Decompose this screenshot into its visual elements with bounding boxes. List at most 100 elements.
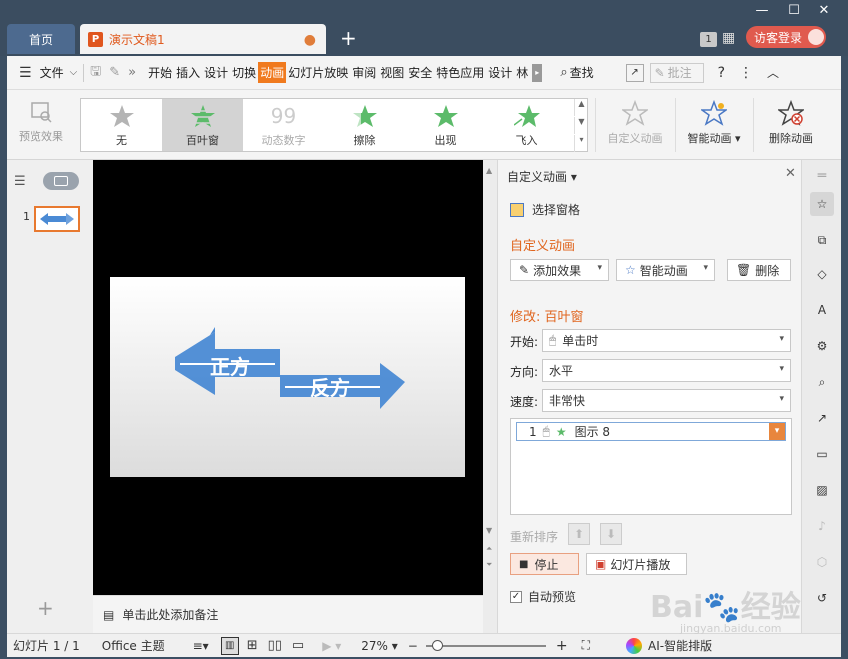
chevron-down-icon[interactable]: ⌵ — [70, 67, 78, 78]
effect-dynamic-number[interactable]: 99 动态数字 — [243, 99, 324, 151]
reading-view-icon[interactable]: ▯▯ — [268, 638, 282, 653]
shield-icon[interactable]: ⬡ — [810, 550, 834, 574]
smart-animation-button[interactable]: 智能动画 ▾ — [681, 100, 747, 146]
audio-icon[interactable]: ♪ — [810, 514, 834, 538]
share-icon[interactable]: ↗ — [625, 63, 644, 82]
image-icon[interactable]: ▨ — [810, 478, 834, 502]
format-painter-icon[interactable]: ✎ — [109, 65, 120, 80]
menu-review[interactable]: 审阅 — [350, 64, 378, 81]
menu-security[interactable]: 安全 — [406, 64, 434, 81]
ai-layout-button[interactable]: AI-智能排版 — [648, 637, 712, 654]
collapse-icon[interactable]: ═ — [810, 168, 834, 192]
menu-design[interactable]: 设计 — [202, 64, 230, 81]
direction-select[interactable]: 水平 ▾ — [542, 359, 791, 382]
menu-transition[interactable]: 切换 — [230, 64, 258, 81]
canvas-scrollbar[interactable]: ▲ ▼ ⏶ ⏷ — [483, 160, 497, 633]
start-select[interactable]: 🖱 单击时 ▾ — [542, 329, 791, 352]
archive-icon[interactable]: ▭ — [810, 442, 834, 466]
menu-insert[interactable]: 插入 — [174, 64, 202, 81]
tab-home[interactable]: 首页 — [7, 24, 75, 54]
search-icon[interactable]: ⌕ — [560, 65, 567, 80]
menu-start[interactable]: 开始 — [146, 64, 174, 81]
present-view-icon[interactable]: ▭ — [292, 638, 304, 653]
animation-star-icon[interactable]: ☆ — [810, 192, 834, 216]
theme-name[interactable]: Office 主题 — [102, 637, 165, 654]
effect-blinds[interactable]: 百叶窗 — [162, 99, 243, 151]
slideshow-button[interactable]: ▣ 幻灯片播放 — [586, 553, 687, 575]
file-menu[interactable]: 文件 — [38, 64, 66, 81]
gallery-scroll-down-icon[interactable]: ▼ — [574, 117, 588, 134]
pane-title[interactable]: 自定义动画 ▾ — [507, 168, 577, 185]
notes-toggle-icon[interactable]: ≡▾ — [193, 639, 209, 653]
menu-design-2[interactable]: 设计 — [486, 64, 514, 81]
prev-slide-icon[interactable]: ⏶ — [486, 544, 492, 554]
menu-animation[interactable]: 动画 — [258, 62, 287, 83]
gallery-expand-icon[interactable]: ▾ — [574, 135, 588, 152]
zoom-in-icon[interactable]: + — [556, 638, 568, 654]
annotate-button[interactable]: ✎ 批注 — [649, 62, 704, 83]
minimize-icon[interactable]: — — [750, 3, 774, 21]
export-icon[interactable]: ↗ — [810, 406, 834, 430]
auto-preview-checkbox[interactable]: ✓ 自动预览 — [510, 588, 576, 605]
animation-list-item[interactable]: 1 🖱 ★ 图示 8 ▾ — [516, 422, 786, 441]
zoom-slider[interactable] — [425, 639, 546, 651]
grid-icon[interactable]: ▦ — [722, 30, 735, 46]
move-down-icon[interactable]: ⬇ — [600, 523, 622, 545]
smart-animation-dropdown[interactable]: ☆ 智能动画 ▾ — [616, 259, 715, 281]
menu-features[interactable]: 特色应用 — [434, 64, 486, 81]
save-icon[interactable]: 🖫 — [90, 62, 101, 84]
outline-view-icon[interactable]: ☰ — [14, 174, 26, 189]
more-chevron-icon[interactable]: » — [128, 65, 136, 80]
custom-animation-button[interactable]: 自定义动画 — [602, 100, 668, 146]
history-icon[interactable]: ↺ — [810, 586, 834, 610]
add-effect-button[interactable]: ✎ 添加效果 ▾ — [510, 259, 609, 281]
next-slide-icon[interactable]: ⏷ — [486, 560, 492, 570]
settings-sliders-icon[interactable]: ⚙ — [810, 334, 834, 358]
more-icon[interactable]: ⋮ — [739, 65, 753, 81]
anim-item-dropdown-icon[interactable]: ▾ — [769, 423, 785, 440]
tab-document[interactable]: P 演示文稿1 ● — [80, 24, 326, 54]
close-pane-icon[interactable]: ✕ — [785, 166, 796, 181]
zoom-out-icon[interactable]: − — [408, 639, 418, 653]
effect-appear[interactable]: 出现 — [405, 99, 486, 151]
menu-view[interactable]: 视图 — [378, 64, 406, 81]
window-count-badge[interactable]: 1 — [700, 32, 717, 47]
speed-select[interactable]: 非常快 ▾ — [542, 389, 791, 412]
normal-view-icon[interactable]: ▥ — [220, 636, 239, 655]
collapse-ribbon-icon[interactable]: ︿ — [767, 64, 779, 81]
maximize-icon[interactable]: ☐ — [782, 3, 806, 21]
scroll-up-icon[interactable]: ▲ — [486, 166, 492, 175]
sorter-view-icon[interactable]: ⊞ — [247, 638, 258, 653]
slides-view-toggle[interactable] — [43, 172, 79, 190]
zoom-slider-handle[interactable] — [431, 639, 443, 651]
notes-bar[interactable]: ▤ 单击此处添加备注 — [93, 595, 483, 633]
hamburger-icon[interactable]: ☰ — [19, 65, 32, 81]
preview-effect-button[interactable]: 预览效果 — [13, 100, 69, 144]
guest-login-button[interactable]: 访客登录 — [746, 26, 826, 48]
effect-wipe[interactable]: 擦除 — [324, 99, 405, 151]
stop-button[interactable]: ■ 停止 — [510, 553, 579, 575]
effect-fly-in[interactable]: 飞入 — [486, 99, 567, 151]
slide[interactable]: 正方 反方 — [110, 277, 465, 477]
scroll-down-icon[interactable]: ▼ — [486, 526, 492, 535]
effect-none[interactable]: 无 — [81, 99, 162, 151]
arrows-diagram[interactable] — [110, 277, 465, 477]
play-icon[interactable]: ▶ ▾ — [322, 639, 341, 653]
search-label[interactable]: 查找 — [568, 64, 596, 81]
add-slide-icon[interactable]: + — [37, 596, 54, 620]
selection-pane-link[interactable]: 选择窗格 — [510, 201, 580, 218]
delete-button[interactable]: 🗑 删除 — [727, 259, 791, 281]
slide-thumbnail[interactable] — [34, 206, 80, 232]
text-style-icon[interactable]: A — [810, 298, 834, 322]
gallery-scroll-up-icon[interactable]: ▲ — [574, 99, 588, 116]
close-icon[interactable]: ✕ — [812, 3, 836, 21]
delete-animation-button[interactable]: 删除动画 — [759, 100, 823, 146]
fit-window-icon[interactable]: ⛶ — [582, 638, 590, 653]
image-search-icon[interactable]: ⌕ — [810, 370, 834, 394]
menu-slideshow[interactable]: 幻灯片放映 — [286, 64, 350, 81]
copy-style-icon[interactable]: ⧉ — [810, 228, 834, 252]
menu-overflow[interactable]: 林 — [514, 64, 530, 81]
new-tab-button[interactable]: + — [340, 26, 357, 50]
shapes-icon[interactable]: ◇ — [810, 262, 834, 286]
move-up-icon[interactable]: ⬆ — [568, 523, 590, 545]
